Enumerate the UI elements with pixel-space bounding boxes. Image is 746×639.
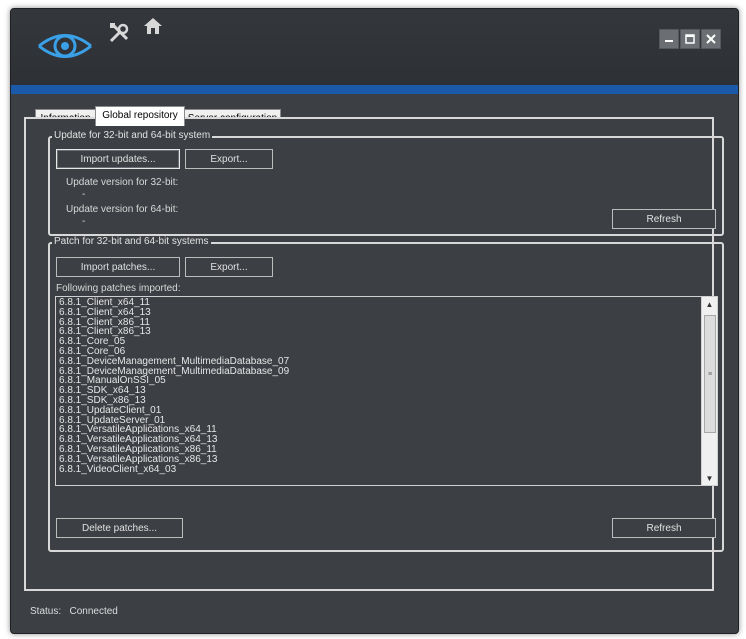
maximize-icon [685,34,695,44]
scroll-down-icon[interactable]: ▼ [702,471,717,485]
close-icon [706,34,716,44]
accent-bar [11,85,738,94]
patches-list-label: Following patches imported: [56,283,181,294]
patch-group-title: Patch for 32-bit and 64-bit systems [52,236,211,248]
list-item[interactable]: 6.8.1_Client_x86_13 [59,327,699,337]
list-item[interactable]: 6.8.1_ManualOnSSI_05 [59,376,699,386]
tools-icon[interactable] [107,21,131,45]
eye-logo-icon [37,29,93,66]
patches-scrollbar[interactable]: ▲ ≡ ▼ [701,297,717,485]
list-item[interactable]: 6.8.1_Core_05 [59,337,699,347]
scroll-up-icon[interactable]: ▲ [702,297,717,311]
close-button[interactable] [701,29,721,49]
list-item[interactable]: 6.8.1_SDK_x64_13 [59,386,699,396]
list-item[interactable]: 6.8.1_Client_x64_13 [59,307,699,318]
patches-list: 6.8.1_Client_x64_11 6.8.1_Client_x64_13 … [59,298,699,474]
tab-global-repository[interactable]: Global repository [95,106,185,126]
scrollbar-thumb[interactable]: ≡ [704,315,716,433]
delete-patches-button[interactable]: Delete patches... [56,518,183,538]
export-updates-button[interactable]: Export... [185,149,273,169]
update-version-64-label: Update version for 64-bit: [66,204,179,215]
minimize-icon [665,40,673,42]
status-bar: Status: Connected [30,606,118,617]
update-version-32-value: - [82,189,86,200]
status-value: Connected [69,606,118,617]
status-label: Status: [30,606,62,617]
export-patches-button[interactable]: Export... [185,257,273,277]
list-item[interactable]: 6.8.1_VideoClient_x64_03 [59,464,699,475]
refresh-updates-button[interactable]: Refresh [612,209,716,229]
update-group-title: Update for 32-bit and 64-bit system [52,130,213,142]
patches-listbox[interactable]: 6.8.1_Client_x64_11 6.8.1_Client_x64_13 … [55,296,718,486]
list-item[interactable]: 6.8.1_Client_x64_11 [59,298,699,308]
maximize-button[interactable] [680,29,700,49]
update-version-32-label: Update version for 32-bit: [66,177,179,188]
refresh-patches-button[interactable]: Refresh [612,518,716,538]
import-patches-button[interactable]: Import patches... [56,257,180,277]
list-item[interactable]: 6.8.1_Client_x86_11 [59,317,699,328]
home-icon[interactable] [143,17,163,35]
import-updates-button[interactable]: Import updates... [56,149,180,169]
grip-icon: ≡ [708,371,713,378]
update-version-64-value: - [82,216,86,227]
minimize-button[interactable] [659,29,679,49]
